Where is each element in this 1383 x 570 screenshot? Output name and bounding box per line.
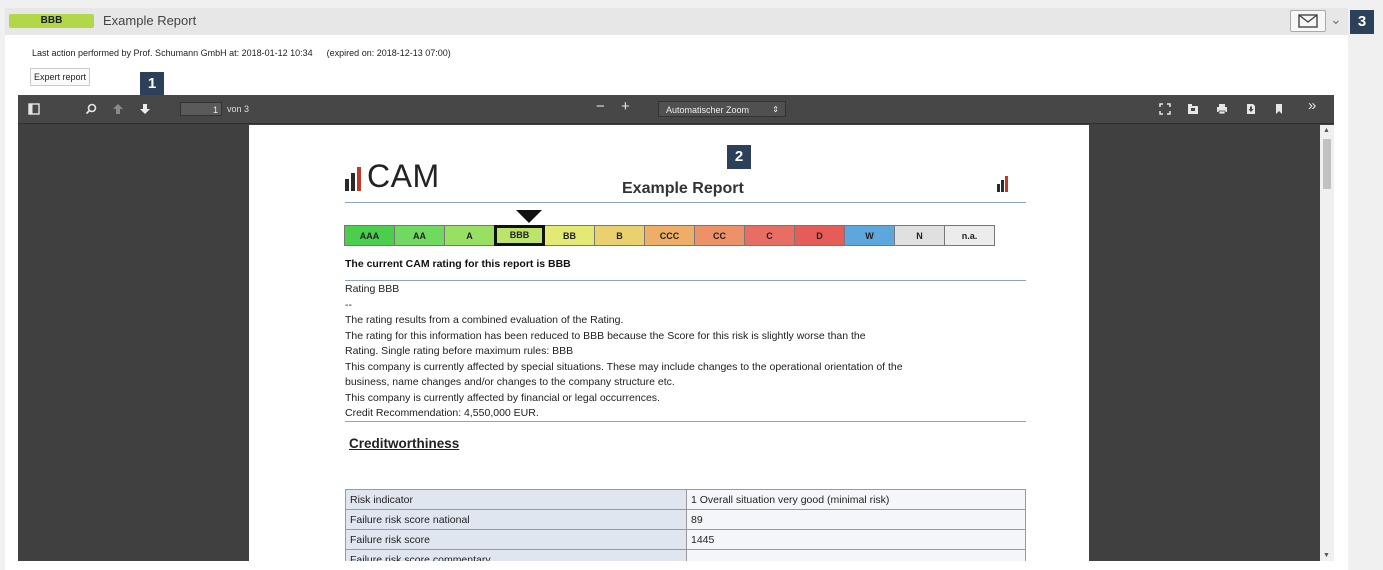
logo-bar [351,173,355,191]
table-row: Failure risk score 1445 [345,529,1026,550]
logo-bar [1005,176,1008,192]
zoom-in-icon[interactable]: + [621,99,630,114]
logo-text: CAM [367,158,440,194]
envelope-icon [1298,14,1318,28]
divider [345,421,1026,422]
rating-badge: BBB [9,14,94,28]
pdf-toolbar: 1 von 3 − + Automatischer Zoom ⇕ » [18,95,1334,124]
download-icon[interactable] [1245,103,1257,115]
last-action-label: Last action performed by Prof. Schumann … [32,48,313,58]
divider [345,202,1026,203]
body-line: Rating. Single rating before maximum rul… [345,345,574,357]
scroll-thumb[interactable] [1323,139,1331,189]
body-line: Rating BBB [345,283,400,295]
chevron-down-icon[interactable]: ⌄ [1330,11,1342,28]
table-cell-value: 1 Overall situation very good (minimal r… [686,489,1026,510]
report-title: Example Report [103,13,197,28]
page-total-label: von 3 [227,104,250,114]
rating-cell-bbb: BBB [494,225,545,246]
body-line: This company is currently affected by fi… [345,391,660,404]
zoom-select[interactable]: Automatischer Zoom ⇕ [658,101,786,117]
pdf-page: CAM Example Report AAA AA A BBB BB B CCC CC C D W N… [249,125,1089,561]
body-line: Credit Recommendation: 4,550,000 EUR. [345,407,539,419]
callout-3: 3 [1350,10,1374,34]
rating-cell-na.: n.a. [944,225,995,246]
sidebar-toggle-icon[interactable] [28,103,40,115]
body-line: -- [345,298,352,311]
cam-logo: CAM [345,158,440,194]
print-icon[interactable] [1216,103,1228,115]
current-rating-text: The current CAM rating for this report i… [345,258,571,270]
table-cell-value [686,549,1026,561]
previous-page-icon[interactable] [112,103,124,115]
rating-cell-aaa: AAA [344,225,395,246]
zoom-out-icon[interactable]: − [596,99,605,114]
table-cell-value: 89 [686,509,1026,530]
body-line: The rating for this information has been… [345,329,866,342]
creditworthiness-table: Risk indicator 1 Overall situation very g… [345,489,1026,561]
table-cell-label: Risk indicator [345,489,687,510]
open-file-icon[interactable] [1187,103,1199,115]
rating-cell-n: N [894,225,945,246]
email-button[interactable] [1290,10,1326,32]
table-cell-label: Failure risk score [345,529,687,550]
divider [345,280,1026,281]
presentation-mode-icon[interactable] [1159,103,1171,115]
expert-report-button[interactable]: Expert report [30,68,91,86]
callout-1: 1 [140,72,164,96]
rating-cell-aa: AA [394,225,445,246]
body-line: This company is currently affected by sp… [345,360,903,373]
last-action-text: Last action performed by Prof. Schumann … [32,48,451,58]
callout-2: 2 [727,145,751,169]
report-header-bar[interactable] [5,8,1348,35]
rating-scale: AAA AA A BBB BB B CCC CC C D W Nn.a. [344,225,995,246]
table-row: Failure risk score commentary [345,549,1026,561]
table-row: Risk indicator 1 Overall situation very g… [345,489,1026,510]
rating-pointer-icon [516,210,542,223]
table-cell-value: 1445 [686,529,1026,550]
rating-cell-cc: CC [694,225,745,246]
logo-bar [1001,180,1004,192]
search-icon[interactable] [85,103,97,115]
rating-cell-c: C [744,225,795,246]
logo-bar [357,167,361,191]
table-cell-label: Failure risk score national [345,509,687,530]
expired-date: (expired on: 2018-12-13 07:00) [326,48,451,58]
scroll-up-icon[interactable]: ▲ [1323,127,1330,134]
rating-cell-w: W [844,225,895,246]
rating-cell-ccc: CCC [644,225,695,246]
document-report-title: Example Report [622,180,744,197]
scroll-down-icon[interactable]: ▼ [1323,552,1330,559]
table-cell-label: Failure risk score commentary [345,549,687,561]
mini-logo [997,176,1009,192]
logo-bar [345,179,349,191]
bookmark-icon[interactable] [1273,103,1285,115]
next-page-icon[interactable] [139,103,151,115]
pdf-scrollbar[interactable]: ▲ ▼ [1320,125,1334,561]
select-caret-icon: ⇕ [772,105,779,114]
body-line: The rating results from a combined evalu… [345,314,624,326]
rating-cell-a: A [444,225,495,246]
rating-explanation: Rating BBB -- The rating results from a co… [345,282,1025,422]
table-row: Failure risk score national 89 [345,509,1026,530]
pdf-viewer[interactable]: 1 von 3 − + Automatischer Zoom ⇕ » CAM Ex… [18,95,1334,561]
body-line: business, name changes and/or changes to… [345,376,675,388]
rating-cell-bb: BB [544,225,595,246]
page-number-input[interactable]: 1 [180,102,222,116]
tools-menu-icon[interactable]: » [1308,98,1316,113]
section-heading: Creditworthiness [349,436,460,451]
logo-bar [997,184,1000,192]
zoom-select-label: Automatischer Zoom [666,105,750,115]
rating-cell-b: B [594,225,645,246]
rating-cell-d: D [794,225,845,246]
